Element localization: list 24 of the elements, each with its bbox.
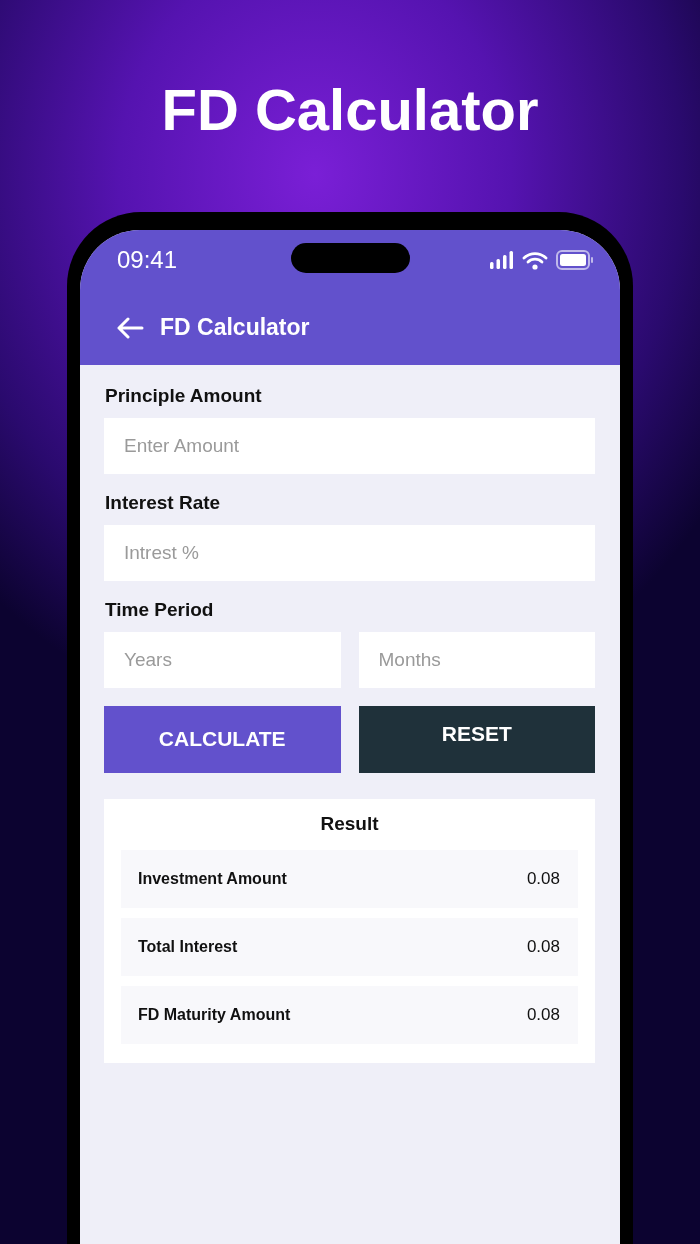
result-value: 0.08: [526, 937, 560, 957]
wifi-icon: [522, 250, 548, 270]
battery-icon: [556, 250, 594, 270]
field-label: Interest Rate: [105, 492, 222, 514]
back-arrow-icon: [116, 316, 144, 339]
back-button[interactable]: [116, 316, 144, 339]
input-field[interactable]: Intrest %: [104, 525, 595, 581]
result-value: 0.08: [526, 1005, 560, 1025]
result-value: 0.08: [526, 869, 560, 889]
reset-button[interactable]: RESET: [358, 706, 595, 773]
field-label: Time Period: [105, 599, 215, 621]
input-field[interactable]: Years: [104, 632, 341, 688]
signal-icon: [490, 251, 514, 269]
result-label: FD Maturity Amount: [138, 1006, 291, 1024]
headline: FD Calculator: [161, 76, 539, 143]
result-label: Total Interest: [138, 938, 238, 956]
result-label: Investment Amount: [138, 870, 287, 888]
status-time: 09:41: [117, 246, 179, 274]
input-field[interactable]: Months: [358, 632, 595, 688]
result-title: Result: [319, 813, 380, 835]
calculate-button[interactable]: CALCULATE: [104, 706, 341, 773]
screen-title: FD Calculator: [160, 314, 310, 341]
field-label: Principle Amount: [105, 385, 263, 407]
input-field[interactable]: Enter Amount: [104, 418, 595, 474]
